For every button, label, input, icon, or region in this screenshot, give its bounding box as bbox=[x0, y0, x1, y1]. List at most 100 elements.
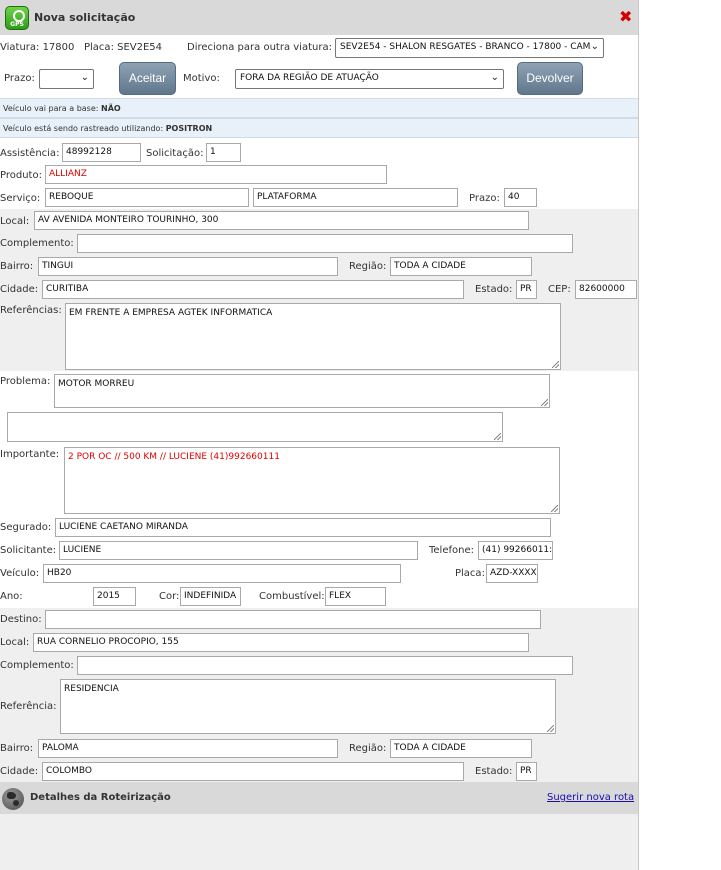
roteirizacao-title: Detalhes da Roteirização bbox=[30, 792, 171, 803]
resize-grip-icon[interactable] bbox=[547, 725, 554, 732]
resize-grip-icon[interactable] bbox=[494, 433, 501, 440]
cep-field[interactable]: 82600000 bbox=[575, 280, 637, 299]
dialog-title: Nova solicitação bbox=[34, 11, 136, 24]
rastreado-value: POSITRON bbox=[165, 124, 213, 133]
placa-field[interactable]: AZD-XXXX bbox=[486, 564, 538, 583]
cidade-label: Cidade: bbox=[0, 284, 39, 295]
destino-regiao-field[interactable]: TODA A CIDADE bbox=[390, 739, 532, 758]
segurado-field[interactable]: LUCIENE CAETANO MIRANDA bbox=[55, 518, 551, 537]
servico-label: Serviço: bbox=[0, 193, 41, 204]
problema-extra-textarea[interactable] bbox=[7, 412, 503, 442]
placa-top-label: Placa: SEV2E54 bbox=[84, 42, 163, 53]
referencias-textarea[interactable]: EM FRENTE A EMPRESA AGTEK INFORMATICA bbox=[65, 303, 561, 370]
importante-label: Importante: bbox=[0, 449, 60, 460]
destino-bairro-label: Bairro: bbox=[0, 743, 34, 754]
motivo-select[interactable]: FORA DA REGIÃO DE ATUAÇÃO ⌄ bbox=[235, 69, 504, 89]
complemento-field[interactable] bbox=[77, 234, 573, 253]
importante-textarea[interactable]: 2 POR OC // 500 KM // LUCIENE (41)992660… bbox=[64, 447, 560, 514]
complemento-label: Complemento: bbox=[0, 238, 74, 249]
combustivel-label: Combustível: bbox=[259, 591, 325, 602]
telefone-field[interactable]: (41) 99266011: bbox=[478, 541, 553, 560]
motivo-label: Motivo: bbox=[183, 73, 220, 84]
chevron-down-icon: ⌄ bbox=[490, 72, 499, 83]
prazo-select[interactable]: ⌄ bbox=[39, 69, 94, 89]
prazo-label: Prazo: bbox=[469, 193, 500, 204]
referencias-label: Referências: bbox=[0, 305, 62, 316]
direciona-label: Direciona para outra viatura: bbox=[187, 42, 332, 53]
bairro-field[interactable]: TINGUI bbox=[38, 257, 338, 276]
destino-estado-label: Estado: bbox=[475, 766, 513, 777]
chevron-down-icon: ⌄ bbox=[590, 41, 599, 52]
bairro-label: Bairro: bbox=[0, 261, 34, 272]
cep-label: CEP: bbox=[548, 284, 571, 295]
destino-estado-field[interactable]: PR bbox=[516, 762, 537, 781]
viatura-label: Viatura: 17800 bbox=[0, 42, 75, 53]
destino-bairro-field[interactable]: PALOMA bbox=[38, 739, 338, 758]
destino-local-field[interactable]: RUA CORNELIO PROCOPIO, 155 bbox=[33, 633, 529, 652]
combustivel-field[interactable]: FLEX bbox=[325, 587, 386, 606]
servico-tipo-field[interactable]: PLATAFORMA bbox=[253, 188, 458, 207]
destino-cidade-field[interactable]: COLOMBO bbox=[42, 762, 464, 781]
destino-regiao-label: Região: bbox=[349, 743, 387, 754]
rastreado-prefix: Veículo está sendo rastreado utilizando: bbox=[3, 124, 164, 133]
cor-label: Cor: bbox=[159, 591, 180, 602]
globe-icon bbox=[2, 788, 24, 810]
solicitante-field[interactable]: LUCIENE bbox=[59, 541, 418, 560]
local-label: Local: bbox=[0, 216, 30, 227]
estado-field[interactable]: PR bbox=[516, 280, 537, 299]
direciona-select[interactable]: SEV2E54 - SHALON RESGATES - BRANCO - 178… bbox=[335, 38, 604, 58]
destino-label: Destino: bbox=[0, 614, 42, 625]
estado-label: Estado: bbox=[475, 284, 513, 295]
close-icon[interactable]: ✖ bbox=[619, 7, 632, 26]
assistencia-label: Assistência: bbox=[0, 148, 60, 159]
produto-field[interactable]: ALLIANZ bbox=[45, 165, 387, 184]
destino-complemento-field[interactable] bbox=[77, 656, 573, 675]
solicitante-label: Solicitante: bbox=[0, 545, 57, 556]
destino-cidade-label: Cidade: bbox=[0, 766, 39, 777]
roteirizacao-header: Detalhes da Roteirização Sugerir nova ro… bbox=[0, 782, 638, 814]
prazo-field[interactable]: 40 bbox=[504, 188, 537, 207]
veiculo-field[interactable]: HB20 bbox=[43, 564, 401, 583]
regiao-field[interactable]: TODA A CIDADE bbox=[390, 257, 532, 276]
nova-solicitacao-dialog: GPS Nova solicitação ✖ Viatura: 17800 Pl… bbox=[0, 0, 638, 870]
direciona-value: SEV2E54 - SHALON RESGATES - BRANCO - 178… bbox=[340, 42, 591, 52]
assistencia-field[interactable]: 48992128 bbox=[62, 143, 141, 162]
cor-field[interactable]: INDEFINIDA bbox=[180, 587, 241, 606]
aceitar-button[interactable]: Aceitar bbox=[119, 62, 176, 95]
base-prefix: Veículo vai para a base: bbox=[3, 104, 99, 113]
sugerir-nova-rota-link[interactable]: Sugerir nova rota bbox=[547, 792, 634, 803]
problema-value: MOTOR MORREU bbox=[58, 379, 135, 389]
servico-field[interactable]: REBOQUE bbox=[45, 188, 249, 207]
chevron-down-icon: ⌄ bbox=[80, 72, 89, 83]
placa-label: Placa: bbox=[455, 568, 485, 579]
ano-field[interactable]: 2015 bbox=[93, 587, 136, 606]
resize-grip-icon[interactable] bbox=[541, 399, 548, 406]
referencias-value: EM FRENTE A EMPRESA AGTEK INFORMATICA bbox=[69, 308, 273, 318]
importante-value: 2 POR OC // 500 KM // LUCIENE (41)992660… bbox=[68, 452, 280, 462]
telefone-label: Telefone: bbox=[429, 545, 474, 556]
solicitacao-field[interactable]: 1 bbox=[206, 143, 241, 162]
veiculo-label: Veículo: bbox=[0, 568, 40, 579]
motivo-value: FORA DA REGIÃO DE ATUAÇÃO bbox=[240, 73, 379, 83]
destino-referencia-value: RESIDENCIA bbox=[64, 684, 119, 694]
roteirizacao-body bbox=[0, 814, 638, 870]
devolver-button[interactable]: Devolver bbox=[517, 62, 583, 95]
destino-local-label: Local: bbox=[0, 637, 30, 648]
resize-grip-icon[interactable] bbox=[552, 361, 559, 368]
destino-field[interactable] bbox=[45, 610, 541, 629]
resize-grip-icon[interactable] bbox=[551, 505, 558, 512]
destino-referencia-label: Referência: bbox=[0, 701, 57, 712]
local-field[interactable]: AV AVENIDA MONTEIRO TOURINHO, 300 bbox=[34, 211, 529, 230]
regiao-label: Região: bbox=[349, 261, 387, 272]
dialog-header: GPS Nova solicitação ✖ bbox=[0, 0, 638, 35]
destino-referencia-textarea[interactable]: RESIDENCIA bbox=[60, 679, 556, 734]
gps-icon-label: GPS bbox=[10, 21, 24, 28]
info-base: Veículo vai para a base: NÃO bbox=[0, 98, 638, 118]
info-rastreamento: Veículo está sendo rastreado utilizando:… bbox=[0, 118, 638, 138]
panel-border bbox=[638, 0, 639, 870]
problema-label: Problema: bbox=[0, 376, 51, 387]
cidade-field[interactable]: CURITIBA bbox=[42, 280, 464, 299]
segurado-label: Segurado: bbox=[0, 522, 52, 533]
solicitacao-label: Solicitação: bbox=[146, 148, 204, 159]
problema-textarea[interactable]: MOTOR MORREU bbox=[54, 374, 550, 408]
